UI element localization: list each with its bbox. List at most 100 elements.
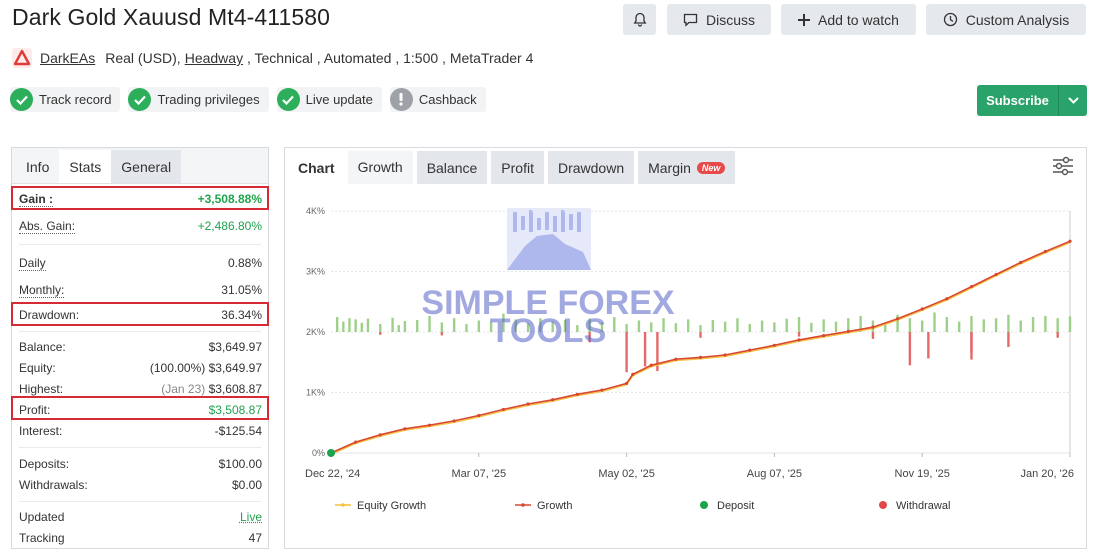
tab-balance[interactable]: Balance: [416, 151, 488, 184]
add-to-watch-button[interactable]: Add to watch: [781, 4, 916, 35]
gain-bar: [785, 318, 788, 332]
stat-note: (100.00%): [149, 361, 206, 375]
notification-button[interactable]: [623, 4, 656, 35]
badge-cashback[interactable]: Cashback: [389, 87, 486, 112]
legend-equity-growth[interactable]: Equity Growth: [335, 500, 426, 512]
gain-bar: [970, 315, 973, 332]
growth-point: [698, 355, 703, 360]
badge-label: Cashback: [418, 92, 477, 107]
stat-label: Profit:: [19, 403, 51, 417]
legend-deposit-label: Deposit: [717, 500, 754, 512]
gain-bar: [810, 322, 813, 332]
discuss-label: Discuss: [705, 11, 755, 28]
check-icon: [10, 88, 33, 111]
stat-label: Withdrawals:: [19, 478, 88, 492]
loss-bar: [908, 332, 912, 366]
tab-general[interactable]: General: [111, 150, 182, 183]
stats-tabs: Info Stats General: [12, 148, 268, 184]
divider: [19, 244, 261, 245]
growth-line: [330, 240, 1071, 454]
badge-track-record[interactable]: Track record: [10, 87, 121, 112]
check-icon: [128, 88, 152, 111]
growth-point: [551, 398, 555, 402]
legend-withdrawal[interactable]: Withdrawal: [879, 500, 950, 512]
gain-bar: [477, 320, 480, 332]
loss-bar: [1007, 332, 1010, 347]
custom-analysis-label: Custom Analysis: [965, 11, 1070, 28]
growth-point: [354, 440, 358, 444]
gain-bar: [686, 319, 690, 332]
growth-point: [822, 334, 826, 338]
live-link[interactable]: Live: [240, 510, 262, 524]
growth-point: [625, 381, 629, 386]
loss-bar: [797, 332, 801, 337]
legend-equity-dot: [341, 503, 345, 507]
gain-bar: [1019, 320, 1022, 332]
stat-label: Highest:: [19, 382, 64, 396]
tab-profit[interactable]: Profit: [491, 151, 544, 184]
legend-growth-dot: [521, 503, 525, 507]
tab-chart[interactable]: Chart: [285, 151, 348, 184]
stat-daily: Daily 0.88%: [19, 256, 262, 271]
stat-label: Daily: [19, 256, 46, 271]
legend-growth[interactable]: Growth: [515, 500, 572, 512]
gain-bar: [760, 320, 764, 332]
tab-margin[interactable]: Margin New: [638, 151, 736, 184]
stat-gain: Gain : +3,508.88%: [19, 192, 262, 207]
tab-growth[interactable]: Growth: [347, 151, 413, 184]
legend-deposit[interactable]: Deposit: [700, 500, 754, 512]
add-to-watch-label: Add to watch: [818, 11, 899, 28]
gain-bar: [674, 323, 678, 332]
stat-value: $3,649.97: [208, 361, 262, 375]
badge-trading-privileges[interactable]: Trading privileges: [128, 87, 269, 112]
loss-bar: [440, 332, 444, 336]
discuss-button[interactable]: Discuss: [667, 4, 771, 35]
gain-bar: [1068, 316, 1072, 332]
gain-bar: [637, 320, 641, 332]
growth-point: [920, 307, 924, 311]
growth-point: [378, 433, 382, 437]
plus-icon: [798, 13, 811, 26]
gain-bar: [797, 317, 801, 332]
tab-info[interactable]: Info: [16, 150, 59, 183]
badge-label: Trading privileges: [157, 92, 260, 107]
growth-point: [1043, 249, 1047, 254]
growth-point: [797, 338, 801, 342]
growth-point: [452, 419, 456, 423]
owner-link[interactable]: DarkEAs: [40, 50, 95, 66]
gain-bar: [945, 317, 949, 332]
bell-icon: [633, 12, 646, 27]
gain-bar: [403, 320, 407, 332]
tab-stats[interactable]: Stats: [59, 150, 112, 183]
badge-live-update[interactable]: Live update: [276, 87, 382, 112]
stat-value: +2,486.80%: [197, 219, 262, 233]
growth-point: [871, 325, 875, 329]
stat-label: Gain :: [19, 192, 54, 207]
growth-point: [723, 353, 727, 357]
growth-point: [994, 272, 998, 277]
stat-drawdown: Drawdown: 36.34%: [19, 308, 262, 322]
stat-deposits: Deposits: $100.00: [19, 457, 262, 471]
settings-sliders-icon[interactable]: [1052, 156, 1074, 176]
stat-tracking: Tracking 47: [19, 531, 262, 545]
growth-point: [631, 372, 635, 376]
gain-bar: [994, 318, 998, 332]
tab-drawdown[interactable]: Drawdown: [547, 151, 635, 184]
growth-chart: 0% 1K% 2K% 3K% 4K% Dec 22, '24 Mar 07, '25 May …: [305, 206, 1074, 512]
account-details: , Technical , Automated , 1:500 , MetaTr…: [243, 50, 534, 66]
growth-point: [895, 317, 900, 321]
watermark-text: SIMPLE FOREX TOOLS: [421, 284, 674, 350]
gain-bar: [736, 318, 739, 332]
gain-bar: [625, 323, 628, 332]
x-tick-label: Dec 22, '24: [305, 468, 360, 480]
stat-label: Deposits:: [19, 457, 70, 471]
loss-bar: [625, 332, 628, 373]
watermark-line2: TOOLS: [490, 312, 607, 350]
broker-link[interactable]: Headway: [185, 50, 243, 66]
chevron-down-icon[interactable]: [1059, 97, 1087, 104]
custom-analysis-button[interactable]: Custom Analysis: [926, 4, 1086, 35]
stat-label: Updated: [19, 510, 65, 524]
subscribe-button[interactable]: Subscribe: [977, 85, 1087, 116]
account-meta: DarkEAs Real (USD), Headway , Technical …: [12, 48, 533, 68]
stat-value: +3,508.88%: [197, 192, 262, 206]
